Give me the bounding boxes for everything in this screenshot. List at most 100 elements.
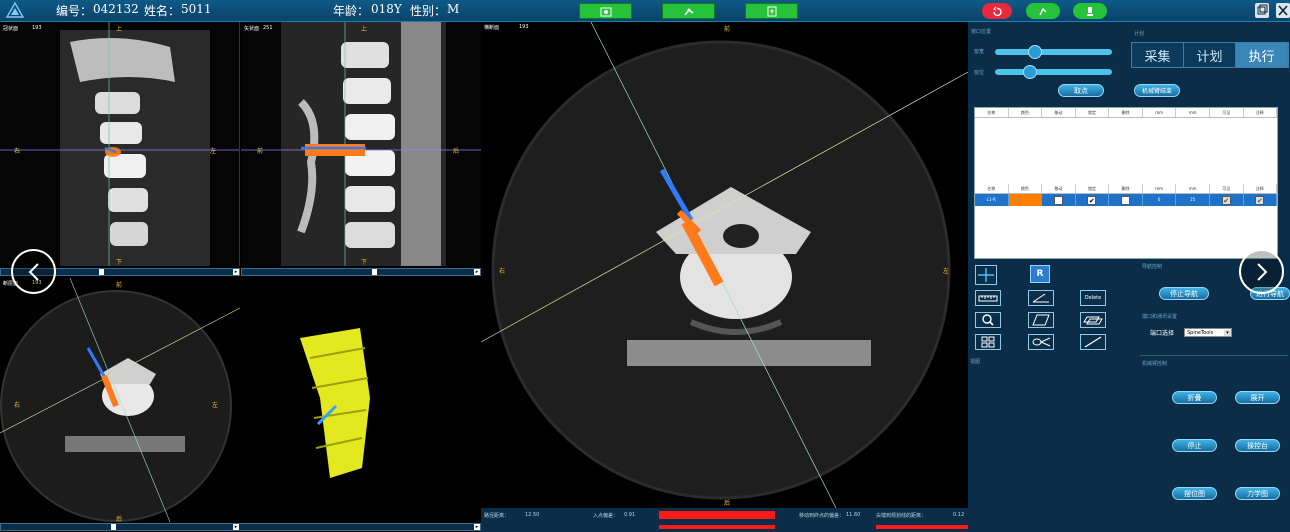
line-icon <box>1084 336 1102 348</box>
pick-point-button[interactable]: 取点 <box>1058 84 1104 97</box>
prev-page-button[interactable] <box>11 249 56 294</box>
tool-delete-button[interactable]: Delete <box>1080 290 1106 306</box>
window-level-knob[interactable] <box>1023 65 1037 79</box>
table-header-lock: 锁定 <box>1076 108 1110 117</box>
window-width-slider[interactable] <box>995 45 1112 59</box>
axial-small-scroll-arrow-right[interactable]: ▸ <box>474 524 480 530</box>
chevron-down-icon: ▾ <box>1224 329 1231 336</box>
table-header-2: 名称 颜色 移动 锁定 删除 mm mm 可见 注释 <box>975 184 1278 194</box>
axial-large-view[interactable]: 横断面 193 前 后 右 左 <box>481 22 968 508</box>
arm-up-button[interactable] <box>1026 3 1060 19</box>
table-header2-delete: 删除 <box>1109 184 1143 193</box>
arm-console-button[interactable]: 操控台 <box>1235 439 1280 452</box>
tool-angle-button[interactable] <box>1028 290 1054 306</box>
magnify-icon <box>982 314 994 326</box>
axial-large-top-label: 前 <box>724 26 731 33</box>
undo-button[interactable] <box>982 3 1012 19</box>
sagittal-image <box>241 22 481 266</box>
table-header-visible: 可见 <box>1210 108 1244 117</box>
patient-sex-label: 性别： <box>410 4 447 18</box>
tool-zoom-button[interactable] <box>975 312 1001 328</box>
end-offset-value: 11.60 <box>846 512 861 518</box>
arm-end-button[interactable]: 机械臂结束 <box>1134 84 1180 97</box>
table-header: 名称 颜色 移动 锁定 删除 mm mm 可见 注释 <box>975 108 1278 118</box>
tab-plan[interactable]: 计划 <box>1184 43 1236 67</box>
tool-line-button[interactable] <box>1080 334 1106 350</box>
patient-id-value: 042132 <box>93 2 139 16</box>
tool-plane-button[interactable] <box>1028 312 1054 328</box>
tab-capture[interactable]: 采集 <box>1132 43 1184 67</box>
stop-navigation-button[interactable]: 停止导航 <box>1159 287 1209 300</box>
row-delete-checkbox[interactable] <box>1121 195 1131 205</box>
robot-arm-button[interactable] <box>662 3 715 19</box>
tool-measure-button[interactable] <box>975 290 1001 306</box>
axial-small-scroll-thumb[interactable] <box>111 524 116 530</box>
export-button[interactable] <box>745 3 798 19</box>
table-header2-color: 颜色 <box>1009 184 1043 193</box>
sagittal-scroll-thumb[interactable] <box>372 269 377 275</box>
sagittal-scroll-arrow[interactable]: ▸ <box>474 269 480 275</box>
arm-position-map-button[interactable]: 摆位图 <box>1172 487 1217 500</box>
close-button[interactable] <box>1276 3 1290 18</box>
robot-arm-icon <box>683 8 693 15</box>
entry-offset-bar <box>659 511 775 519</box>
row-move-checkbox[interactable] <box>1053 195 1063 205</box>
coronal-top-label: 上 <box>116 26 123 33</box>
port-select-value: SpineTools <box>1187 329 1214 336</box>
crosshair-button[interactable] <box>975 265 997 285</box>
tab-execute[interactable]: 执行 <box>1236 43 1288 67</box>
coronal-view[interactable]: 冠状面 193 上 下 右 左 <box>0 22 240 266</box>
sagittal-view[interactable]: 矢状面 251 上 下 前 后 <box>241 22 481 266</box>
reset-button[interactable]: R <box>1030 265 1050 283</box>
table-header2-note: 注释 <box>1244 184 1278 193</box>
table-header2-move: 移动 <box>1042 184 1076 193</box>
table-row[interactable]: L1-R ✔ 6 25 ✔ ✔ <box>975 194 1278 206</box>
entry-offset-value: 0.91 <box>624 512 636 518</box>
port-select[interactable]: SpineTools ▾ <box>1184 328 1232 337</box>
row-v1: 6 <box>1143 194 1177 206</box>
tool-trajectory-view-button[interactable] <box>1028 334 1054 350</box>
restore-button[interactable] <box>1255 3 1269 18</box>
arm-force-map-button[interactable]: 力学图 <box>1235 487 1280 500</box>
arm-up-icon <box>1039 7 1047 15</box>
sagittal-scrollbar[interactable]: ▸ <box>241 268 481 276</box>
coronal-image <box>0 22 239 266</box>
arm-unfold-button[interactable]: 展开 <box>1235 391 1280 404</box>
patient-id-label: 编号： <box>56 4 93 18</box>
crosshair-icon <box>978 268 994 282</box>
window-level-slider[interactable] <box>995 65 1112 79</box>
patient-button[interactable] <box>579 3 632 19</box>
arm-fold-button[interactable]: 折叠 <box>1172 391 1217 404</box>
row-visible-checkbox[interactable]: ✔ <box>1221 195 1231 205</box>
sagittal-slice: 251 <box>263 25 273 31</box>
row-lock-checkbox[interactable]: ✔ <box>1087 195 1097 205</box>
delete-icon: Delete <box>1084 295 1102 301</box>
table-header2-name: 名称 <box>975 184 1009 193</box>
light-button[interactable] <box>1073 3 1107 19</box>
row-name: L1-R <box>975 194 1009 206</box>
path-distance-value: 12.50 <box>525 512 540 518</box>
row-note-checkbox[interactable]: ✔ <box>1255 195 1265 205</box>
window-width-knob[interactable] <box>1028 45 1042 59</box>
coronal-left-label: 右 <box>14 148 21 155</box>
tabs-caption: 计划 <box>1134 31 1145 37</box>
nav-section-title: 导航控制 <box>1142 264 1163 270</box>
table-header2-lock: 锁定 <box>1076 184 1110 193</box>
arm-stop-button[interactable]: 停止 <box>1172 439 1217 452</box>
table-header-note: 注释 <box>1244 108 1278 117</box>
patient-name-value: 5011 <box>181 2 212 16</box>
table-header-mm2: mm <box>1176 108 1210 117</box>
axial-small-view[interactable]: 断层面 193 前 后 右 左 <box>0 278 481 522</box>
axial-large-image <box>481 22 968 508</box>
axial-small-scroll-arrow[interactable]: ▸ <box>233 524 239 530</box>
axial-small-scrollbar[interactable]: ▸ ▸ <box>0 523 481 531</box>
sagittal-title: 矢状面 <box>244 26 260 32</box>
tool-layers-button[interactable] <box>1080 312 1106 328</box>
table-header-name: 名称 <box>975 108 1009 117</box>
coronal-scroll-arrow[interactable]: ▸ <box>233 269 239 275</box>
coronal-scroll-thumb[interactable] <box>99 269 104 275</box>
top-bar: 编号： 042132 姓名： 5011 年龄： 018Y 性别： M <box>0 0 1290 22</box>
next-page-button[interactable] <box>1239 249 1284 294</box>
tool-grid-button[interactable] <box>975 334 1001 350</box>
row-color-swatch[interactable] <box>1008 194 1043 206</box>
